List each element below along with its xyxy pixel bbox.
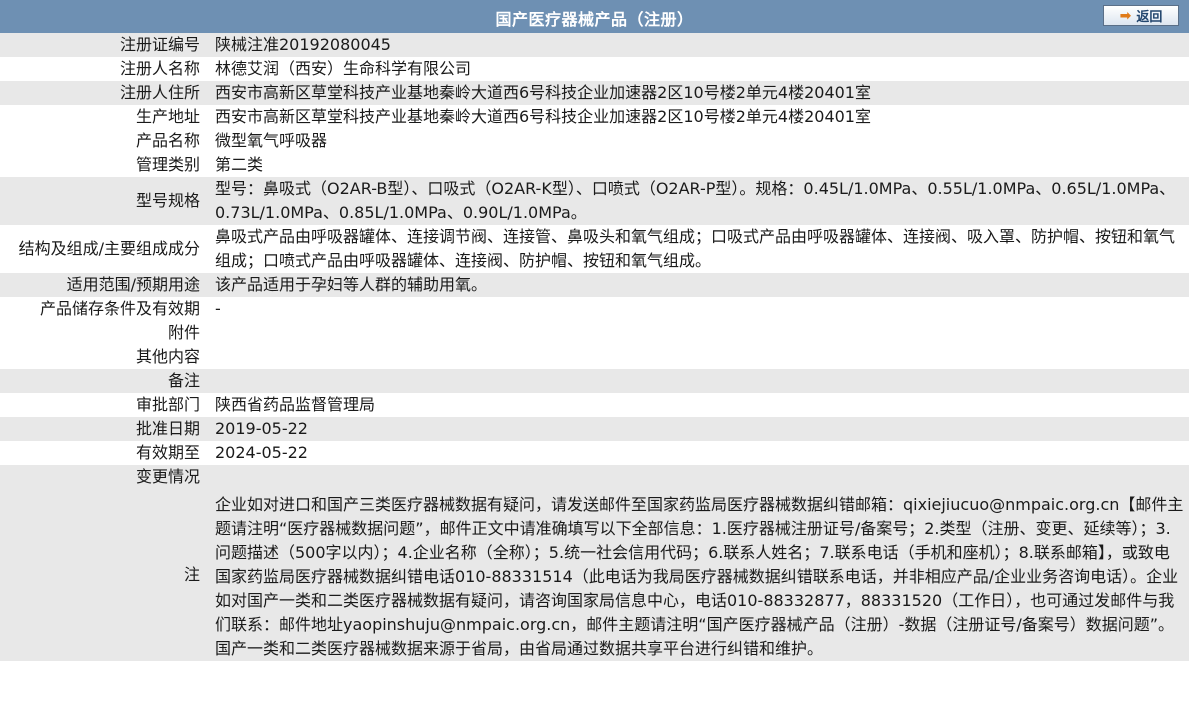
field-value: 型号：鼻吸式（O2AR-B型）、口吸式（O2AR-K型）、口喷式（O2AR-P型…	[215, 179, 1176, 222]
back-button-label: 返回	[1136, 10, 1163, 25]
detail-table: 注册证编号 陕械注准20192080045 注册人名称 林德艾润（西安）生命科学…	[0, 33, 1189, 661]
field-label: 产品储存条件及有效期	[39, 299, 200, 318]
field-label: 审批部门	[135, 395, 200, 414]
table-row: 审批部门 陕西省药品监督管理局	[0, 393, 1189, 417]
table-row: 其他内容	[0, 345, 1189, 369]
note-row: 注 企业如对进口和国产三类医疗器械数据有疑问，请发送邮件至国家药监局医疗器械数据…	[0, 489, 1189, 661]
field-label: 有效期至	[135, 443, 200, 462]
field-value: 2024-05-22	[215, 443, 308, 462]
back-button[interactable]: ➡ 返回	[1103, 5, 1179, 26]
field-value: 2019-05-22	[215, 419, 308, 438]
field-label: 管理类别	[135, 155, 200, 174]
right-border	[1189, 0, 1193, 709]
note-label: 注	[183, 565, 200, 584]
table-row: 型号规格 型号：鼻吸式（O2AR-B型）、口吸式（O2AR-K型）、口喷式（O2…	[0, 177, 1189, 225]
field-value: 微型氧气呼吸器	[215, 131, 328, 150]
table-row: 注册人名称 林德艾润（西安）生命科学有限公司	[0, 57, 1189, 81]
detail-page: 国产医疗器械产品（注册） ➡ 返回 注册证编号 陕械注准20192080045 …	[0, 0, 1193, 709]
field-label: 型号规格	[135, 191, 200, 210]
field-label: 变更情况	[135, 467, 200, 486]
table-row: 注册人住所 西安市高新区草堂科技产业基地秦岭大道西6号科技企业加速器2区10号楼…	[0, 81, 1189, 105]
table-row: 备注	[0, 369, 1189, 393]
field-value: 林德艾润（西安）生命科学有限公司	[215, 59, 472, 78]
field-label: 注册人住所	[119, 83, 200, 102]
table-row: 生产地址 西安市高新区草堂科技产业基地秦岭大道西6号科技企业加速器2区10号楼2…	[0, 105, 1189, 129]
field-label: 生产地址	[135, 107, 200, 126]
field-value: -	[215, 299, 221, 318]
table-row: 注册证编号 陕械注准20192080045	[0, 33, 1189, 57]
title-bar: 国产医疗器械产品（注册） ➡ 返回	[0, 0, 1189, 35]
field-value	[202, 465, 1189, 489]
page-title: 国产医疗器械产品（注册）	[495, 10, 694, 29]
field-label: 其他内容	[135, 347, 200, 366]
field-label: 产品名称	[135, 131, 200, 150]
field-value: 鼻吸式产品由呼吸器罐体、连接调节阀、连接管、鼻吸头和氧气组成；口吸式产品由呼吸器…	[215, 227, 1176, 270]
arrow-right-icon: ➡	[1119, 7, 1132, 24]
field-label: 附件	[167, 323, 200, 342]
field-value	[202, 321, 1189, 345]
note-text: 企业如对进口和国产三类医疗器械数据有疑问，请发送邮件至国家药监局医疗器械数据纠错…	[215, 495, 1184, 658]
table-row: 批准日期 2019-05-22	[0, 417, 1189, 441]
field-label: 备注	[167, 371, 200, 390]
field-value: 第二类	[215, 155, 264, 174]
table-row: 附件	[0, 321, 1189, 345]
field-label: 注册人名称	[119, 59, 200, 78]
field-label: 适用范围/预期用途	[66, 275, 200, 294]
table-row: 产品名称 微型氧气呼吸器	[0, 129, 1189, 153]
table-row: 有效期至 2024-05-22	[0, 441, 1189, 465]
field-value: 陕西省药品监督管理局	[215, 395, 376, 414]
table-row: 管理类别 第二类	[0, 153, 1189, 177]
field-value: 陕械注准20192080045	[215, 35, 391, 54]
table-row: 结构及组成/主要组成成分 鼻吸式产品由呼吸器罐体、连接调节阀、连接管、鼻吸头和氧…	[0, 225, 1189, 273]
field-label: 结构及组成/主要组成成分	[18, 239, 200, 258]
field-label: 批准日期	[135, 419, 200, 438]
field-value	[202, 369, 1189, 393]
field-value: 西安市高新区草堂科技产业基地秦岭大道西6号科技企业加速器2区10号楼2单元4楼2…	[215, 83, 871, 102]
field-value: 西安市高新区草堂科技产业基地秦岭大道西6号科技企业加速器2区10号楼2单元4楼2…	[215, 107, 871, 126]
field-value: 该产品适用于孕妇等人群的辅助用氧。	[215, 275, 488, 294]
table-row: 变更情况	[0, 465, 1189, 489]
table-row: 产品储存条件及有效期 -	[0, 297, 1189, 321]
table-row: 适用范围/预期用途 该产品适用于孕妇等人群的辅助用氧。	[0, 273, 1189, 297]
field-value	[202, 345, 1189, 369]
field-label: 注册证编号	[119, 35, 200, 54]
